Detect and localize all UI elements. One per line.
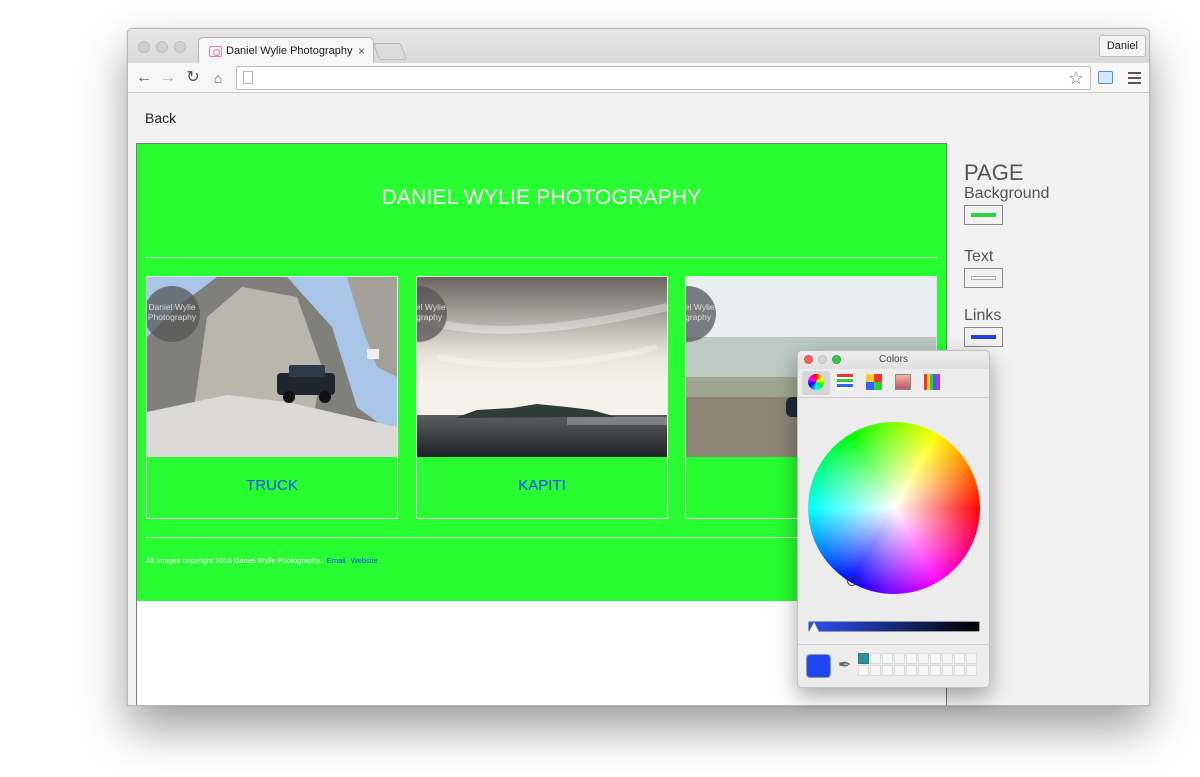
background-label: Background — [964, 185, 1050, 202]
text-label: Text — [964, 248, 994, 265]
card-label-truck[interactable]: TRUCK — [147, 477, 397, 494]
browser-toolbar: ← → ↻ ⌂ ☆ — [128, 63, 1149, 93]
home-icon[interactable]: ⌂ — [208, 68, 228, 88]
gallery-card-truck[interactable]: Daniel Wylie Photography TRUCK — [146, 276, 398, 519]
colors-footer: ✒ — [798, 644, 989, 687]
page-icon — [243, 71, 253, 84]
tab-close-icon[interactable]: × — [358, 44, 365, 58]
background-color-swatch[interactable] — [964, 205, 1003, 225]
color-sliders-icon[interactable] — [831, 371, 859, 395]
minimize-window-button[interactable] — [156, 41, 168, 53]
links-label: Links — [964, 307, 1002, 324]
website-link[interactable]: Website — [351, 556, 378, 565]
copyright-text: All images copyright 2016 Daniel Wylie P… — [146, 556, 322, 565]
card-label-kapiti[interactable]: KAPITI — [417, 477, 667, 494]
extension-icon[interactable] — [1098, 71, 1113, 84]
camera-icon — [209, 45, 222, 57]
browser-tab[interactable]: Daniel Wylie Photography × — [198, 37, 374, 64]
reload-icon[interactable]: ↻ — [183, 68, 203, 88]
site-title: DANIEL WYLIE PHOTOGRAPHY — [381, 186, 702, 209]
forward-arrow-icon[interactable]: → — [158, 68, 178, 88]
brightness-slider[interactable] — [808, 621, 980, 632]
back-link[interactable]: Back — [145, 110, 176, 126]
zoom-window-button[interactable] — [174, 41, 186, 53]
tab-title: Daniel Wylie Photography — [226, 45, 353, 57]
kapiti-photo: Daniel WyliePhotography — [417, 277, 667, 457]
tab-strip: Daniel Wylie Photography × Daniel — [128, 29, 1149, 64]
colors-titlebar: Colors — [798, 351, 989, 369]
new-tab-button[interactable] — [372, 43, 408, 60]
page-viewport: Back DANIEL WYLIE PHOTOGRAPHY Daniel Wyl… — [128, 93, 1149, 705]
header-divider — [146, 257, 937, 258]
back-arrow-icon[interactable]: ← — [134, 68, 154, 88]
browser-window: Daniel Wylie Photography × Daniel ← → ↻ … — [127, 28, 1150, 706]
text-color-swatch[interactable] — [964, 268, 1003, 288]
email-link[interactable]: Email — [327, 556, 346, 565]
settings-heading: PAGE — [964, 160, 1024, 185]
close-window-button[interactable] — [138, 41, 150, 53]
window-controls — [138, 41, 186, 53]
crayons-icon[interactable] — [918, 371, 946, 395]
swatch-grid[interactable] — [858, 653, 977, 676]
colors-title: Colors — [879, 354, 908, 365]
bookmark-star-icon[interactable]: ☆ — [1068, 67, 1084, 89]
menu-icon[interactable] — [1128, 72, 1141, 87]
eyedropper-icon[interactable]: ✒ — [838, 655, 851, 675]
address-bar[interactable]: ☆ — [236, 66, 1091, 90]
site-footer: All images copyright 2016 Daniel Wylie P… — [146, 556, 378, 565]
color-wheel[interactable] — [808, 422, 980, 594]
colors-panel: Colors ✒ — [797, 350, 990, 688]
profile-button[interactable]: Daniel — [1098, 35, 1146, 57]
page-settings-panel: PAGE Background Text Links — [964, 161, 1049, 347]
truck-photo: Daniel Wylie Photography — [147, 277, 397, 457]
color-palettes-icon[interactable] — [860, 371, 888, 395]
brightness-slider-knob[interactable] — [809, 622, 819, 632]
swatch-color — [971, 335, 996, 339]
current-color-well[interactable] — [806, 654, 831, 678]
image-palettes-icon[interactable] — [889, 371, 917, 395]
swatch-color — [971, 213, 996, 217]
links-color-swatch[interactable] — [964, 327, 1003, 347]
gallery-card-kapiti[interactable]: Daniel WyliePhotography KAPITI — [416, 276, 668, 519]
color-wheel-icon[interactable] — [802, 371, 830, 395]
swatch-color — [971, 276, 996, 280]
color-wheel-cursor[interactable] — [847, 576, 857, 586]
color-mode-toolbar — [798, 369, 989, 398]
